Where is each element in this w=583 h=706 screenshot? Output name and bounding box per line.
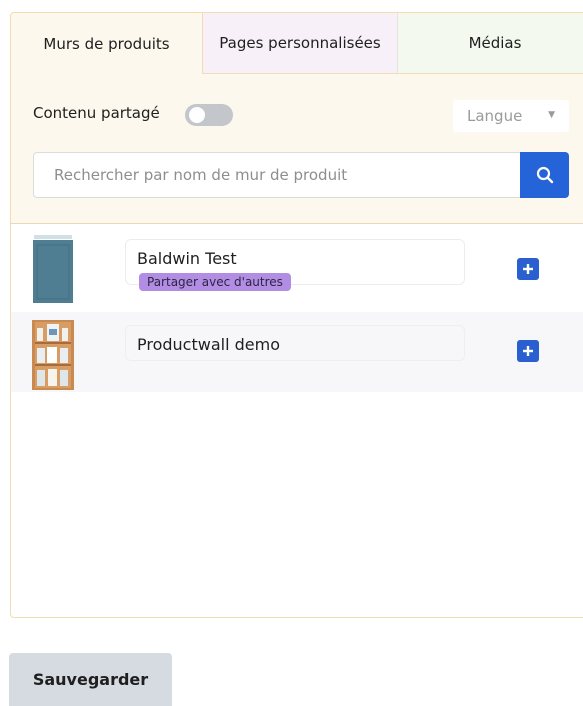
wall-name-box[interactable]: Baldwin Test Partager avec d'autres — [125, 239, 465, 291]
add-wall-button[interactable] — [517, 340, 539, 362]
door-thumbnail — [32, 233, 74, 303]
shared-content-toggle[interactable] — [185, 104, 233, 126]
list-item: Baldwin Test Partager avec d'autres — [11, 225, 583, 312]
tab-custom-pages[interactable]: Pages personnalisées — [203, 13, 398, 74]
wall-name: Baldwin Test — [137, 249, 237, 268]
product-wall-list: Baldwin Test Partager avec d'autres Prod… — [11, 225, 583, 392]
search-icon — [536, 166, 553, 184]
shelf-thumbnail — [32, 320, 74, 390]
shared-content-label: Contenu partagé — [33, 104, 160, 122]
filter-toolbar: Contenu partagé Langue ▼ — [11, 74, 583, 224]
wall-name: Productwall demo — [137, 335, 280, 354]
search-button[interactable] — [520, 152, 569, 198]
caret-down-icon: ▼ — [548, 110, 555, 120]
language-select[interactable]: Langue ▼ — [453, 100, 569, 132]
add-wall-button[interactable] — [517, 258, 539, 280]
share-badge: Partager avec d'autres — [139, 273, 291, 291]
plus-icon — [523, 264, 533, 274]
list-item: Productwall demo — [11, 312, 583, 392]
save-button[interactable]: Sauvegarder — [9, 653, 172, 706]
plus-icon — [523, 346, 533, 356]
toggle-knob — [189, 107, 205, 123]
tab-media[interactable]: Médias — [398, 13, 583, 74]
language-select-value: Langue — [467, 107, 523, 125]
tab-product-walls[interactable]: Murs de produits — [11, 13, 203, 74]
search-input[interactable] — [33, 152, 520, 198]
tab-bar: Murs de produits Pages personnalisées Mé… — [11, 13, 583, 74]
product-wall-panel: Murs de produits Pages personnalisées Mé… — [10, 12, 583, 618]
wall-name-box[interactable]: Productwall demo — [125, 325, 465, 361]
